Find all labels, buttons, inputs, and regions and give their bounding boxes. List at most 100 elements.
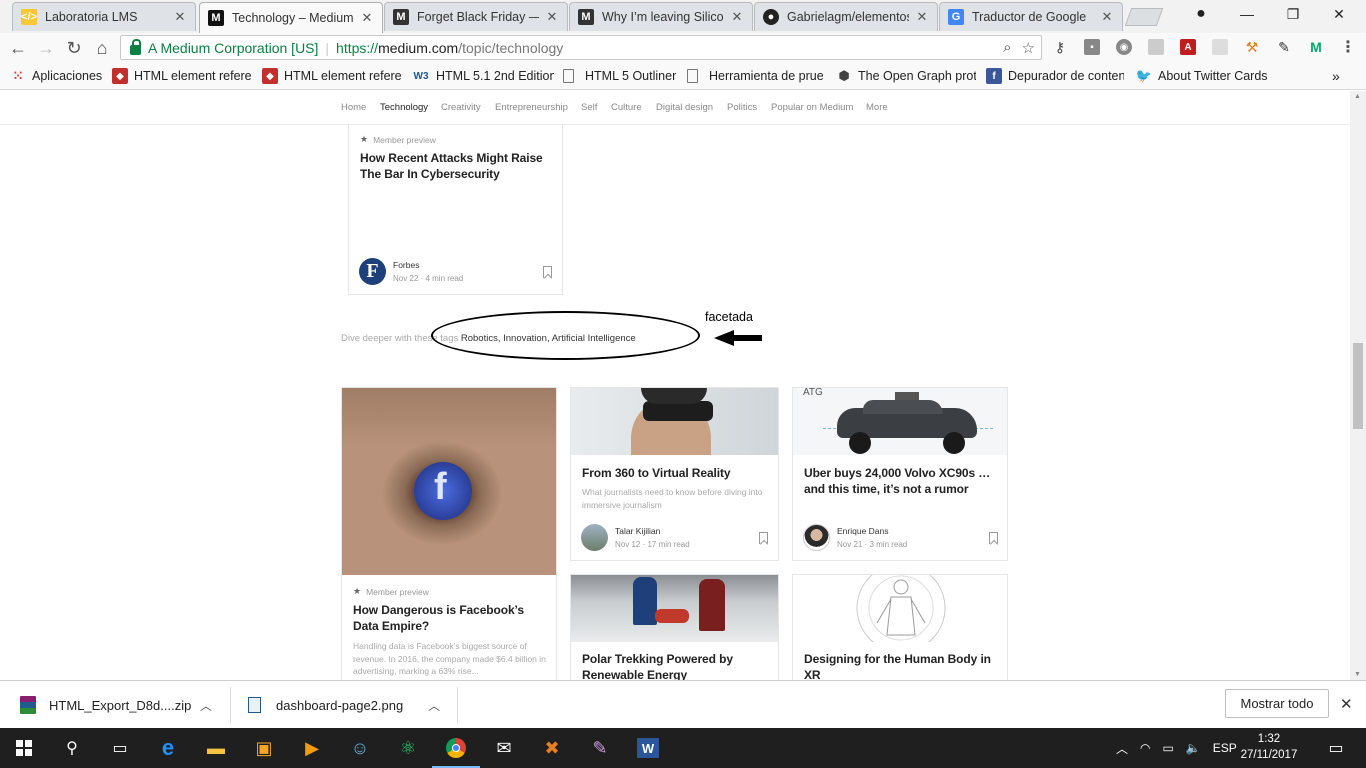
topic-entrepreneurship[interactable]: Entrepreneurship [495,102,568,113]
bookmark-item[interactable]: W3 HTML 5.1 2nd Edition [412,67,555,85]
story-card[interactable]: ATG Uber buys 24,000 Volvo XC90s … and t… [792,387,1008,561]
page-scrollbar[interactable]: ▲ ▼ [1350,91,1366,680]
topic-popular[interactable]: Popular on Medium [771,102,853,113]
bookmark-item[interactable]: ⬢ The Open Graph prot [836,67,976,85]
close-downloads-icon[interactable]: ✕ [1340,695,1353,713]
extension-icon[interactable] [1148,39,1164,55]
task-view-icon[interactable]: ▭ [96,728,144,768]
bookmark-item[interactable]: ◆ HTML element refere [112,67,252,85]
volvo-car-image[interactable]: ATG [793,388,1007,455]
clock[interactable]: 1:32 27/11/2017 [1236,731,1302,763]
close-tab-icon[interactable]: ✕ [360,10,374,26]
vr-headset-image[interactable] [571,388,778,455]
bookmark-item[interactable]: Herramienta de prueb [687,67,823,85]
word-icon[interactable]: W [624,728,672,768]
facebook-eye-image[interactable]: f [342,388,556,575]
story-title[interactable]: From 360 to Virtual Reality [582,465,772,481]
topic-creativity[interactable]: Creativity [441,102,481,113]
windows-start-icon[interactable] [0,728,48,768]
bookmarks-overflow-button[interactable]: » [1332,67,1346,85]
bookmark-icon[interactable] [543,266,552,278]
close-tab-icon[interactable]: ✕ [545,9,559,25]
reload-icon[interactable]: ↻ [62,36,86,60]
bookmark-star-icon[interactable]: ☆ [1022,39,1035,57]
story-title[interactable]: Uber buys 24,000 Volvo XC90s … and this … [804,465,1004,497]
chevron-up-icon[interactable]: ︿ [428,697,440,714]
close-tab-icon[interactable]: ✕ [1100,9,1114,25]
tab-why-leaving-silicon[interactable]: M Why I’m leaving Silicon ✕ [569,2,753,31]
new-tab-button[interactable] [1124,8,1164,26]
eyedropper-extension-icon[interactable]: ✎ [1276,39,1292,55]
wifi-icon[interactable]: ◠ [1140,741,1150,755]
mail-icon[interactable]: ✉ [480,728,528,768]
bookmark-icon[interactable] [989,532,998,544]
story-title[interactable]: Designing for the Human Body in XR [804,651,999,680]
close-tab-icon[interactable]: ✕ [915,9,929,25]
eye-extension-icon[interactable]: ◉ [1116,39,1132,55]
back-icon[interactable]: ← [6,36,30,60]
story-card[interactable]: ★ Member preview How Recent Attacks Migh… [348,125,563,295]
story-card[interactable]: Designing for the Human Body in XR [792,574,1008,680]
atom-icon[interactable]: ⚛ [384,728,432,768]
tab-technology-medium[interactable]: M Technology – Medium ✕ [199,2,383,33]
restore-button[interactable]: ❐ [1270,0,1316,28]
language-indicator[interactable]: ESP [1213,741,1237,755]
topic-culture[interactable]: Culture [611,102,642,113]
address-bar[interactable]: A Medium Corporation [US] | https://medi… [120,35,1042,60]
topic-self[interactable]: Self [581,102,597,113]
forward-icon[interactable]: → [34,36,58,60]
story-title[interactable]: How Recent Attacks Might Raise The Bar I… [360,150,550,182]
close-tab-icon[interactable]: ✕ [173,9,187,25]
home-icon[interactable]: ⌂ [90,36,114,60]
volume-icon[interactable]: 🔈 [1186,741,1201,755]
pdf-extension-icon[interactable]: A [1180,39,1196,55]
search-icon[interactable]: ⚲ [48,728,96,768]
tab-github-elementos[interactable]: ● Gabrielagm/elementos ✕ [754,2,938,31]
zoom-search-icon[interactable]: ⌕ [1003,39,1011,57]
bookmark-icon[interactable] [759,532,768,544]
menu-icon[interactable]: ⋮ [1340,39,1356,56]
story-card[interactable]: f ★ Member preview How Dangerous is Face… [341,387,557,680]
xampp-icon[interactable]: ✖ [528,728,576,768]
tab-forget-black-friday[interactable]: M Forget Black Friday — H ✕ [384,2,568,31]
story-card[interactable]: From 360 to Virtual Reality What journal… [570,387,779,561]
forbes-avatar[interactable]: F [359,258,386,285]
extension-icon[interactable] [1212,39,1228,55]
author-name[interactable]: Talar Kijilian [615,525,690,538]
minimize-button[interactable]: — [1224,0,1270,28]
download-item[interactable]: dashboard-page2.png ︿ [248,681,448,729]
bookmark-item[interactable]: ◆ HTML element refere [262,67,402,85]
key-extension-icon[interactable]: ⚷ [1052,39,1068,55]
extension-icon[interactable]: ⚒ [1244,39,1260,55]
people-icon[interactable]: ☺ [336,728,384,768]
file-explorer-icon[interactable]: ▬ [192,728,240,768]
human-body-illustration[interactable] [793,575,1008,642]
close-window-button[interactable]: ✕ [1316,0,1362,28]
story-card[interactable]: Polar Trekking Powered by Renewable Ener… [570,574,779,680]
show-all-downloads-button[interactable]: Mostrar todo [1225,689,1329,718]
edge-icon[interactable]: e [144,728,192,768]
polar-trekking-image[interactable] [571,575,778,642]
story-title[interactable]: Polar Trekking Powered by Renewable Ener… [582,651,772,680]
topic-technology[interactable]: Technology [380,102,428,113]
bookmark-item[interactable]: f Depurador de conten [986,67,1124,85]
topic-more[interactable]: More [866,102,888,113]
bookmark-item[interactable]: 🐦 About Twitter Cards - [1136,67,1270,85]
store-icon[interactable]: ▣ [240,728,288,768]
topic-home[interactable]: Home [341,102,366,113]
medium-extension-icon[interactable]: M [1308,39,1324,55]
tab-google-translate[interactable]: G Traductor de Google ✕ [939,2,1123,31]
paint-icon[interactable]: ✎ [576,728,624,768]
scroll-up-icon[interactable]: ▲ [1354,93,1361,100]
notifications-icon[interactable]: ▭ [1312,728,1360,768]
topic-digital-design[interactable]: Digital design [656,102,713,113]
chrome-icon[interactable] [432,728,480,768]
bookmark-item[interactable]: ⁙ Aplicaciones [10,67,110,85]
author-name[interactable]: Enrique Dans [837,525,907,538]
close-tab-icon[interactable]: ✕ [730,9,744,25]
tray-overflow-icon[interactable]: ︿ [1116,740,1128,757]
tab-laboratoria[interactable]: </> Laboratoria LMS ✕ [12,2,196,31]
extension-icon[interactable]: ▪ [1084,39,1100,55]
network-icon[interactable]: ▭ [1163,741,1174,755]
author-avatar[interactable] [803,524,830,551]
